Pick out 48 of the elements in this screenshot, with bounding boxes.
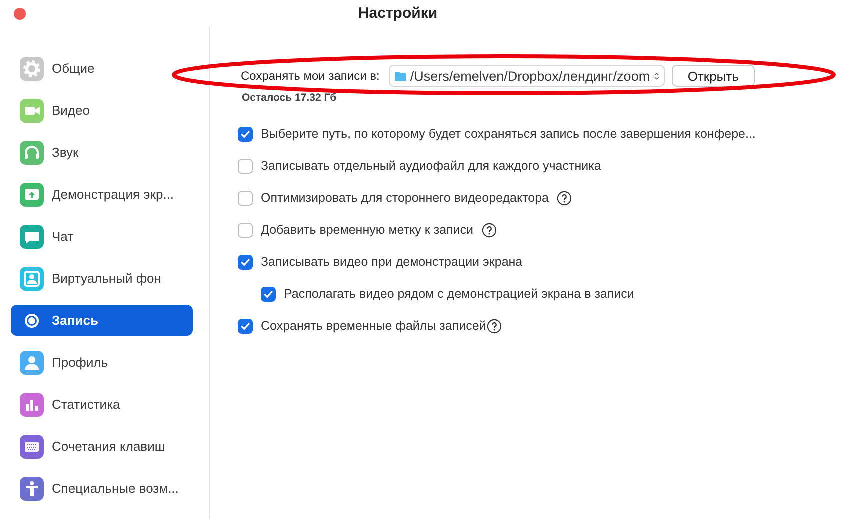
option-label: Сохранять временные файлы записей (261, 319, 486, 333)
option-label: Записывать отдельный аудиофайл для каждого участника (261, 159, 602, 173)
help-icon[interactable] (557, 190, 572, 206)
sidebar-item[interactable]: Виртуальный фон (11, 263, 193, 294)
help-icon[interactable] (487, 318, 502, 334)
checkbox[interactable] (238, 222, 253, 238)
sidebar-item[interactable]: Чат (11, 221, 193, 252)
folder-dropdown[interactable]: /Users/emelven/Dropbox/лендинг/zoom (388, 65, 665, 87)
bar-chart-icon (20, 392, 44, 416)
sidebar-item[interactable]: Специальные возм... (11, 473, 193, 504)
checkbox[interactable] (238, 190, 253, 206)
open-button[interactable]: Открыть (672, 65, 755, 87)
window-title: Настройки (357, 5, 439, 22)
option-label: Добавить временную метку к записи (261, 223, 474, 237)
sidebar-item[interactable]: Демонстрация экр... (11, 179, 193, 210)
sidebar-item[interactable]: Статистика (11, 389, 193, 420)
free-space-text: Осталось 17.32 Гб (242, 92, 338, 104)
checkbox[interactable] (238, 318, 253, 334)
person-icon (20, 350, 44, 374)
sidebar-item[interactable]: Запись (11, 305, 193, 336)
check-icon (240, 128, 251, 140)
screen-share-icon (20, 182, 44, 206)
accessibility-icon (20, 476, 44, 500)
close-button[interactable] (14, 8, 26, 20)
chat-bubble-icon (20, 224, 44, 248)
checkbox[interactable] (261, 286, 276, 302)
sidebar-item[interactable]: Видео (11, 95, 193, 126)
checkbox[interactable] (238, 158, 253, 174)
option-label: Выберите путь, по которому будет сохраняться запись после завершения конфере... (261, 127, 756, 141)
check-icon (240, 320, 251, 332)
sidebar-item[interactable]: Сочетания клавиш (11, 431, 193, 462)
sidebar-item[interactable]: Профиль (11, 347, 193, 378)
check-icon (240, 256, 251, 268)
keyboard-icon (20, 434, 44, 458)
check-icon (263, 288, 274, 300)
person-frame-icon (20, 266, 44, 290)
option-label: Оптимизировать для стороннего видеоредактора (261, 191, 550, 205)
option-label: Располагать видео рядом с демонстрацией экрана в записи (284, 287, 634, 301)
help-icon[interactable] (482, 222, 497, 238)
checkbox[interactable] (238, 254, 253, 270)
video-camera-icon (20, 98, 44, 122)
location-label: Сохранять мои записи в: (241, 69, 380, 83)
sidebar-item[interactable]: Звук (11, 137, 193, 168)
headphones-icon (20, 140, 44, 164)
gear-icon (20, 56, 44, 80)
option-label: Записывать видео при демонстрации экрана (261, 255, 523, 269)
sidebar-item[interactable]: Общие (11, 53, 193, 84)
checkbox[interactable] (238, 126, 253, 142)
